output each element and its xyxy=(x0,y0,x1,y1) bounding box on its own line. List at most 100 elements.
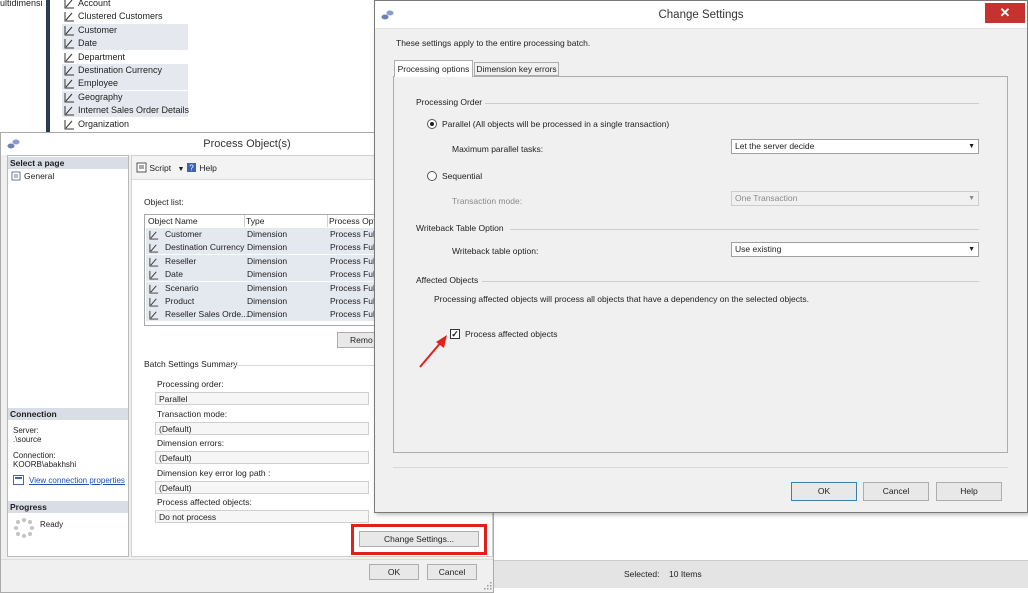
table-row[interactable]: Customer Dimension Process Full xyxy=(146,228,378,241)
sequential-radio[interactable] xyxy=(427,171,437,181)
row-process-option: Process Full xyxy=(330,242,377,253)
tree-item[interactable]: Department xyxy=(62,51,188,64)
row-type: Dimension xyxy=(247,309,288,320)
row-object-name: Scenario xyxy=(165,282,199,293)
summary-label: Dimension key error log path : xyxy=(157,467,271,478)
resize-grip-icon[interactable] xyxy=(483,581,492,590)
column-header-process-option[interactable]: Process Optio xyxy=(329,216,379,227)
writeback-value: Use existing xyxy=(735,244,782,254)
red-arrow-annotation xyxy=(419,335,447,368)
sequential-label: Sequential xyxy=(442,171,483,181)
row-type: Dimension xyxy=(247,229,288,239)
row-object-name: Product xyxy=(165,296,195,306)
row-process-option: Process Full xyxy=(330,309,377,320)
connection-header: Connection xyxy=(8,408,128,420)
column-header-type[interactable]: Type xyxy=(246,216,264,227)
cancel-button[interactable]: Cancel xyxy=(863,482,929,501)
view-connection-properties-link[interactable]: View connection properties xyxy=(29,476,125,485)
table-row[interactable]: Reseller Sales Orde... Dimension Process F… xyxy=(146,308,378,322)
dimension-icon xyxy=(149,284,159,294)
change-settings-title: Change Settings xyxy=(658,9,744,21)
process-cancel-button[interactable]: Cancel xyxy=(427,564,477,580)
tree-item-label: Account xyxy=(78,0,111,8)
row-process-option: Process Full xyxy=(330,282,377,293)
divider xyxy=(485,103,979,104)
dimension-icon xyxy=(149,311,159,320)
process-affected-checkbox[interactable]: ✓ xyxy=(450,329,460,339)
tree-scroll-edge xyxy=(46,0,50,132)
dimension-icon xyxy=(64,25,74,36)
tree-item[interactable]: Internet Sales Order Details xyxy=(62,104,189,118)
tree-item[interactable]: Employee xyxy=(62,77,188,91)
chevron-down-icon: ▼ xyxy=(177,166,185,173)
help-toolbar-button[interactable]: ? Help xyxy=(186,162,217,175)
table-row[interactable]: Destination Currency Dimension Process Ful… xyxy=(146,241,378,255)
table-row[interactable]: Product Dimension Process Full xyxy=(146,295,378,308)
progress-header: Progress xyxy=(8,501,128,513)
column-header-object-name[interactable]: Object Name xyxy=(148,216,198,227)
summary-value: (Default) xyxy=(155,421,369,435)
tree-item-label: Geography xyxy=(78,91,123,102)
connection-value: KOORB\abakhshi xyxy=(13,460,77,469)
writeback-dropdown[interactable]: Use existing ▼ xyxy=(731,242,979,257)
status-bar: Selected: 10 Items xyxy=(494,560,1028,588)
server-label: Server: xyxy=(13,426,39,435)
connection-properties-icon xyxy=(13,475,24,485)
intro-text: These settings apply to the entire proce… xyxy=(396,38,591,48)
summary-value: (Default) xyxy=(155,480,369,494)
object-list-table[interactable]: Object Name Type Process Optio Customer D… xyxy=(144,214,380,326)
page-item-general[interactable]: General xyxy=(10,170,126,182)
tree-item[interactable]: Date xyxy=(62,37,188,51)
change-settings-button[interactable]: Change Settings... xyxy=(359,531,479,547)
dimension-icon xyxy=(64,79,74,89)
dimension-icon xyxy=(64,0,74,9)
page-icon xyxy=(11,171,21,181)
object-list-label: Object list: xyxy=(144,197,184,207)
parallel-radio[interactable] xyxy=(427,119,437,129)
tree-item-label: Organization xyxy=(78,118,130,129)
divider xyxy=(228,365,380,366)
parallel-label: Parallel (All objects will be processed … xyxy=(442,119,670,129)
processing-options-panel: Processing Order Parallel (All objects w… xyxy=(393,76,1008,453)
dimension-icon xyxy=(149,297,159,307)
tab-processing-options[interactable]: Processing options xyxy=(394,60,473,77)
row-type: Dimension xyxy=(247,242,288,253)
processing-order-header: Processing Order xyxy=(416,97,483,107)
tree-item[interactable]: Account xyxy=(62,0,188,10)
remove-button[interactable]: Remo xyxy=(337,332,379,348)
tab-dimension-key-errors[interactable]: Dimension key errors xyxy=(474,62,559,76)
dimension-icon xyxy=(149,230,159,240)
script-label: Script xyxy=(149,163,172,173)
process-ok-button[interactable]: OK xyxy=(369,564,419,580)
max-parallel-dropdown[interactable]: Let the server decide ▼ xyxy=(731,139,979,154)
table-row[interactable]: Date Dimension Process Full xyxy=(146,268,378,282)
writeback-label: Writeback table option: xyxy=(452,246,539,256)
script-button[interactable]: Script ▼ xyxy=(136,162,184,175)
tree-item-label: Clustered Customers xyxy=(78,11,163,22)
page-selector-panel: Select a page General Connection Server:… xyxy=(7,155,129,557)
tree-item[interactable]: Clustered Customers xyxy=(62,10,188,23)
dimension-icon xyxy=(64,39,74,49)
dimension-icon xyxy=(149,257,159,267)
divider xyxy=(393,467,1008,468)
help-button[interactable]: Help xyxy=(936,482,1002,501)
ok-button[interactable]: OK xyxy=(791,482,857,501)
dimension-icon xyxy=(64,119,74,130)
tree-item[interactable]: Customer xyxy=(62,23,188,37)
tree-item[interactable]: Organization xyxy=(62,118,188,131)
dimension-icon xyxy=(149,244,159,253)
tree-item-label: Destination Currency xyxy=(78,65,163,75)
tree-item[interactable]: Destination Currency xyxy=(62,64,188,77)
divider xyxy=(482,281,979,282)
tree-item[interactable]: Geography xyxy=(62,90,188,104)
page-item-general-label: General xyxy=(24,171,55,181)
tree-item-label: Date xyxy=(78,38,98,49)
table-row[interactable]: Scenario Dimension Process Full xyxy=(146,281,378,295)
clipped-tree-text: ultidimensi xyxy=(0,0,43,8)
script-icon xyxy=(136,162,147,173)
table-row[interactable]: Reseller Dimension Process Full xyxy=(146,254,378,268)
close-button[interactable]: ✕ xyxy=(985,3,1025,23)
close-icon: ✕ xyxy=(999,5,1011,20)
row-type: Dimension xyxy=(247,255,288,266)
selected-label: Selected: xyxy=(624,569,660,579)
